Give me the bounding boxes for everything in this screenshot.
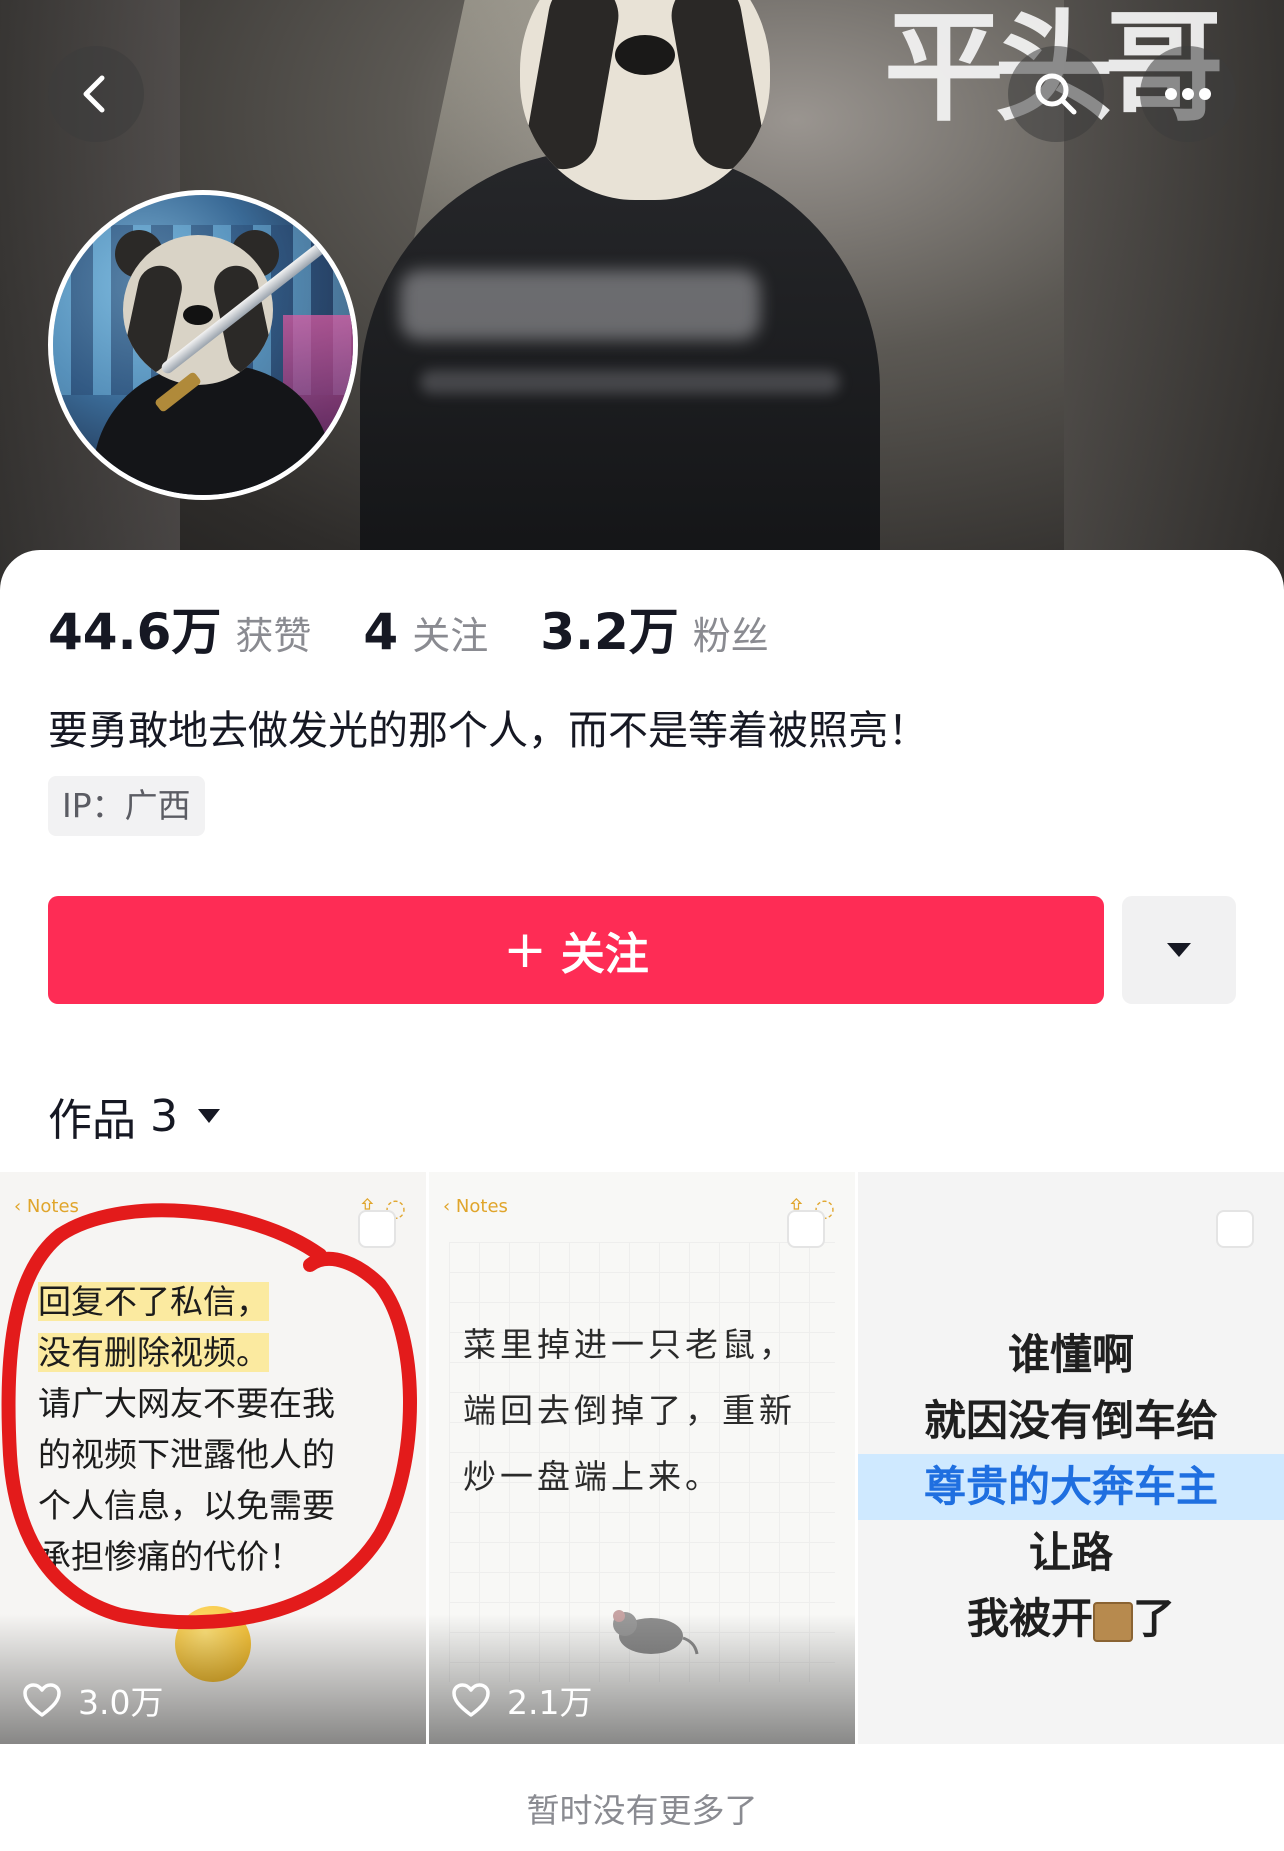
followers-count[interactable]: 3.2万 (540, 592, 679, 664)
back-button[interactable] (48, 46, 144, 142)
thumbnail-line: 请广大网友不要在我 (38, 1384, 335, 1423)
thumbnail-text: 谁懂啊 就因没有倒车给 尊贵的大奔车主 让路 我被开了 (858, 1322, 1284, 1652)
likes-label: 获赞 (235, 614, 312, 658)
heart-icon (452, 1683, 490, 1717)
avatar[interactable] (48, 190, 358, 500)
video-likes: 3.0万 (22, 1676, 163, 1724)
thumbnail-text: 菜里掉进一只老鼠， 端回去倒掉了，重新 炒一盘端上来。 (463, 1312, 833, 1510)
works-tab-label: 作品 (48, 1095, 136, 1146)
search-button[interactable] (1008, 46, 1104, 142)
thumbnail-text: 回复不了私信， 没有删除视频。 请广大网友不要在我 的视频下泄露他人的 个人信息… (38, 1276, 378, 1582)
follow-button-label: 关注 (560, 929, 649, 980)
package-icon (1093, 1601, 1133, 1642)
following-label[interactable]: 关注 (412, 605, 488, 660)
video-thumbnail[interactable]: ‹ Notes ⇪ ◌ 菜里掉进一只老鼠， 端回去倒掉了，重新 炒一盘端上来。 … (429, 1172, 855, 1744)
thumbnail-line: 个人信息，以免需要 (38, 1486, 335, 1525)
more-options-button[interactable] (1140, 46, 1236, 142)
followers-label[interactable]: 粉丝 (693, 605, 769, 660)
following-count[interactable]: 4 (363, 603, 398, 661)
thumbnail-line: 炒一盘端上来。 (463, 1457, 722, 1496)
thumbnail-line: 就因没有倒车给 (923, 1396, 1218, 1445)
works-count: 3 (150, 1090, 178, 1142)
thumbnail-line: 回复不了私信， (38, 1282, 269, 1321)
caret-down-icon (1167, 943, 1191, 957)
no-more-content-text: 暂时没有更多了 (526, 1791, 758, 1830)
thumbnail-line: 谁懂啊 (1007, 1330, 1134, 1379)
thumbnail-line: 端回去倒掉了，重新 (463, 1391, 796, 1430)
thumbnail-line: 的视频下泄露他人的 (38, 1435, 335, 1474)
search-icon (1035, 73, 1077, 115)
select-box-icon (1216, 1210, 1254, 1248)
ip-location-tag: IP：广西 (48, 776, 205, 836)
likes-count: 44.6万 (48, 603, 222, 661)
thumbnail-line: 菜里掉进一只老鼠， (463, 1325, 796, 1364)
recommend-dropdown-button[interactable] (1122, 896, 1236, 1004)
tab-works[interactable]: 作品 3 (48, 1084, 222, 1148)
notes-back-link: ‹ Notes (14, 1196, 79, 1217)
chevron-left-icon (83, 75, 105, 113)
thumbnail-line: 承担惨痛的代价！ (38, 1537, 302, 1576)
video-likes: 2.1万 (451, 1676, 592, 1724)
thumbnail-line: 我被开了 (966, 1594, 1176, 1643)
video-grid: ‹ Notes ⇪ ◌ 回复不了私信， 没有删除视频。 请广大网友不要在我 的视… (0, 1172, 1284, 1744)
likes-count-text: 2.1万 (507, 1683, 593, 1722)
thumbnail-line: 让路 (1028, 1528, 1113, 1577)
thumbnail-line: 尊贵的大奔车主 (858, 1454, 1284, 1520)
caret-down-icon (198, 1109, 220, 1123)
more-horizontal-icon (1165, 88, 1211, 100)
select-box-icon (358, 1210, 396, 1248)
follow-button[interactable]: + 关注 (48, 896, 1104, 1004)
blurred-banner-name (400, 270, 760, 340)
profile-stats: 44.6万 获赞 4 关注 3.2万 粉丝 (48, 592, 821, 664)
heart-icon (23, 1683, 61, 1717)
notes-back-link: ‹ Notes (443, 1196, 508, 1217)
thumbnail-line: 没有删除视频。 (38, 1333, 269, 1372)
profile-page: 平头哥 44.6万 获赞 4 关注 (0, 0, 1284, 1851)
select-box-icon (787, 1210, 825, 1248)
likes-count-text: 3.0万 (78, 1683, 164, 1722)
profile-bio: 要勇敢地去做发光的那个人，而不是等着被照亮！ (48, 708, 928, 754)
video-thumbnail[interactable]: 谁懂啊 就因没有倒车给 尊贵的大奔车主 让路 我被开了 (858, 1172, 1284, 1744)
plus-icon: + (503, 920, 547, 980)
blurred-banner-subtitle (420, 370, 840, 394)
video-thumbnail[interactable]: ‹ Notes ⇪ ◌ 回复不了私信， 没有删除视频。 请广大网友不要在我 的视… (0, 1172, 426, 1744)
